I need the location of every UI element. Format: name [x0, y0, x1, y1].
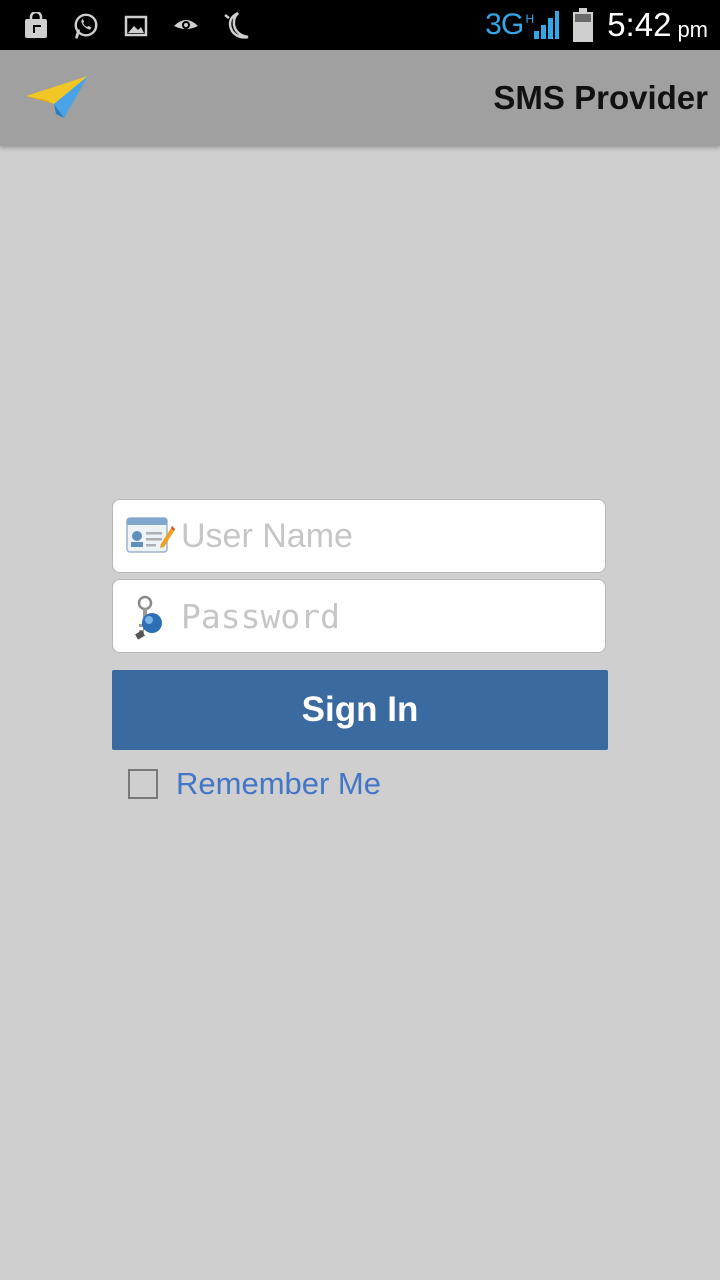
clock-ampm: pm	[677, 17, 708, 42]
sign-in-button[interactable]: Sign In	[112, 670, 608, 750]
remember-me-row[interactable]: Remember Me	[128, 766, 608, 802]
app-title: SMS Provider	[493, 79, 708, 116]
status-bar: 3G H 5:42 pm	[0, 0, 720, 50]
remember-me-label[interactable]: Remember Me	[176, 766, 381, 802]
username-field	[112, 499, 606, 573]
eye-icon	[172, 12, 200, 40]
network-type: 3G H	[485, 8, 534, 41]
username-input[interactable]	[181, 500, 591, 572]
signal-icon	[534, 11, 560, 39]
notification-icons	[22, 8, 250, 44]
password-input[interactable]	[181, 580, 591, 652]
clock-time: 5:42	[607, 6, 672, 43]
user-card-icon	[126, 517, 175, 553]
shop-bag-icon	[22, 12, 50, 40]
battery-icon	[573, 8, 594, 42]
password-field	[112, 579, 606, 653]
action-bar: SMS Provider	[0, 50, 720, 146]
keys-icon	[135, 595, 162, 640]
paper-plane-icon[interactable]	[24, 74, 90, 120]
network-sub: H	[525, 12, 535, 26]
gallery-icon	[122, 12, 150, 40]
moon-icon	[222, 11, 250, 40]
login-form: Sign In Remember Me	[112, 499, 608, 802]
whatsapp-icon	[72, 12, 100, 40]
status-right: 3G H 5:42 pm	[485, 0, 708, 50]
remember-me-checkbox[interactable]	[128, 769, 158, 799]
